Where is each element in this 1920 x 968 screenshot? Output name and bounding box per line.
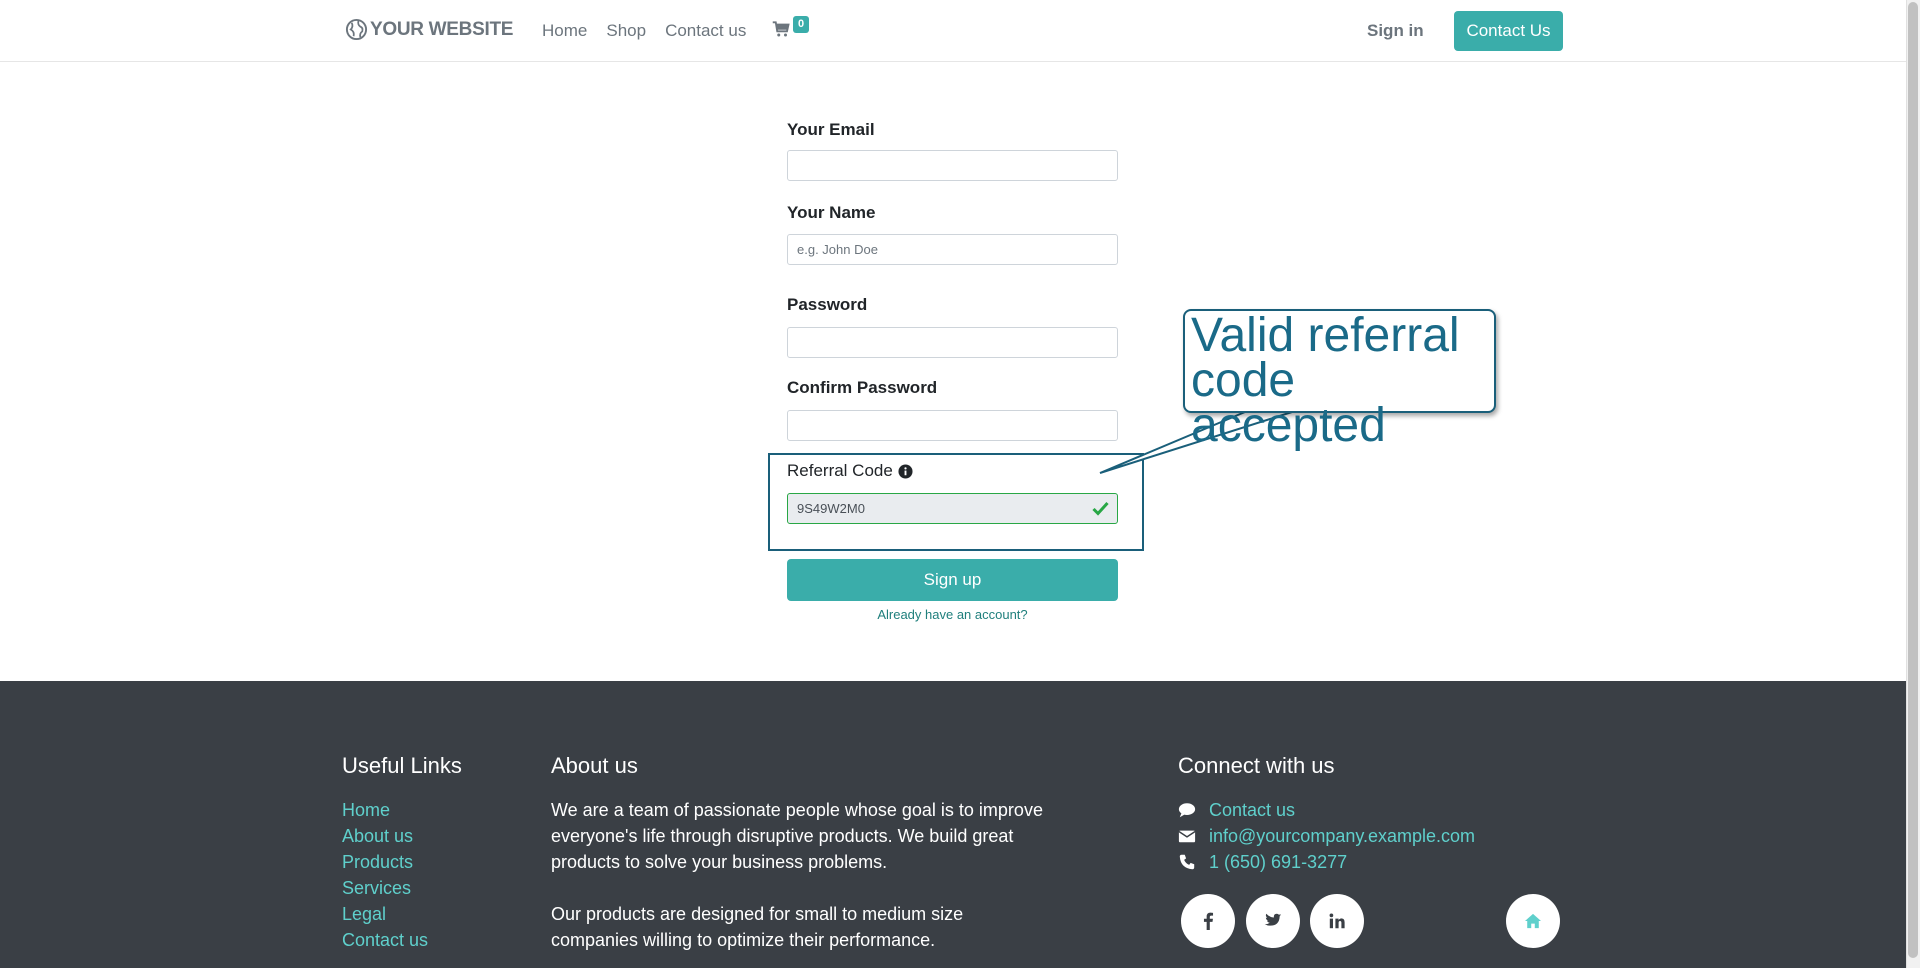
footer-link-products[interactable]: Products <box>342 849 428 875</box>
site-footer: Useful Links Home About us Products Serv… <box>0 681 1906 968</box>
twitter-icon <box>1264 913 1282 926</box>
phone-icon <box>1179 854 1195 870</box>
site-header: YOUR WEBSITE Home Shop Contact us 0 Sign… <box>0 0 1906 62</box>
nav-shop[interactable]: Shop <box>606 21 646 41</box>
twitter-button[interactable] <box>1246 894 1300 948</box>
footer-link-legal[interactable]: Legal <box>342 901 428 927</box>
connect-title: Connect with us <box>1178 753 1335 778</box>
site-logo[interactable]: YOUR WEBSITE <box>345 18 513 41</box>
scrollbar-thumb[interactable] <box>1908 2 1918 958</box>
about-paragraph-1: We are a team of passionate people whose… <box>551 800 1043 872</box>
main-nav: Home Shop Contact us <box>542 21 765 41</box>
linkedin-button[interactable] <box>1310 894 1364 948</box>
already-have-account-link[interactable]: Already have an account? <box>787 607 1118 622</box>
footer-link-home[interactable]: Home <box>342 797 428 823</box>
referral-highlight-box <box>768 453 1144 551</box>
password-field[interactable] <box>787 327 1118 358</box>
useful-links-title: Useful Links <box>342 753 462 778</box>
logo-text: YOUR WEBSITE <box>370 18 514 40</box>
connect-contact[interactable]: Contact us <box>1178 797 1475 823</box>
footer-link-services[interactable]: Services <box>342 875 428 901</box>
connect-email[interactable]: info@yourcompany.example.com <box>1178 823 1475 849</box>
nav-home[interactable]: Home <box>542 21 587 41</box>
connect-phone-link[interactable]: 1 (650) 691-3277 <box>1209 852 1347 873</box>
facebook-icon <box>1203 912 1214 930</box>
connect-list: Contact us info@yourcompany.example.com … <box>1178 797 1475 875</box>
linkedin-icon <box>1329 913 1345 929</box>
password-label: Password <box>787 295 868 314</box>
confirm-password-label: Confirm Password <box>787 378 938 397</box>
email-label: Your Email <box>787 120 875 139</box>
callout-line-1: Valid referral <box>1191 309 1460 362</box>
shopping-cart-icon <box>772 21 790 37</box>
about-us-title: About us <box>551 753 638 778</box>
connect-phone[interactable]: 1 (650) 691-3277 <box>1178 849 1475 875</box>
home-icon <box>1525 913 1541 929</box>
connect-email-link[interactable]: info@yourcompany.example.com <box>1209 826 1475 847</box>
name-label: Your Name <box>787 203 876 222</box>
facebook-button[interactable] <box>1181 894 1235 948</box>
name-field[interactable]: e.g. John Doe <box>787 234 1118 265</box>
annotation-callout: Valid referral code accepted <box>1183 309 1496 450</box>
about-paragraph-2: Our products are designed for small to m… <box>551 904 964 950</box>
page-scrollbar[interactable] <box>1906 0 1920 968</box>
cart-link[interactable]: 0 <box>772 16 810 43</box>
about-us-text: We are a team of passionate people whose… <box>551 797 1051 968</box>
email-field[interactable] <box>787 150 1118 181</box>
sign-up-button[interactable]: Sign up <box>787 559 1118 601</box>
envelope-icon <box>1178 830 1196 843</box>
confirm-password-field[interactable] <box>787 410 1118 441</box>
useful-links-list: Home About us Products Services Legal Co… <box>342 797 428 953</box>
callout-line-2: code accepted <box>1191 354 1386 452</box>
footer-link-contact-us[interactable]: Contact us <box>342 927 428 953</box>
comment-icon <box>1178 803 1196 818</box>
sign-in-link[interactable]: Sign in <box>1367 21 1424 41</box>
nav-contact-us[interactable]: Contact us <box>665 21 746 41</box>
home-button[interactable] <box>1506 894 1560 948</box>
connect-contact-link[interactable]: Contact us <box>1209 800 1295 821</box>
contact-us-button[interactable]: Contact Us <box>1454 11 1563 51</box>
cart-count-badge: 0 <box>793 16 810 33</box>
footer-link-about-us[interactable]: About us <box>342 823 428 849</box>
globe-icon <box>345 18 368 41</box>
